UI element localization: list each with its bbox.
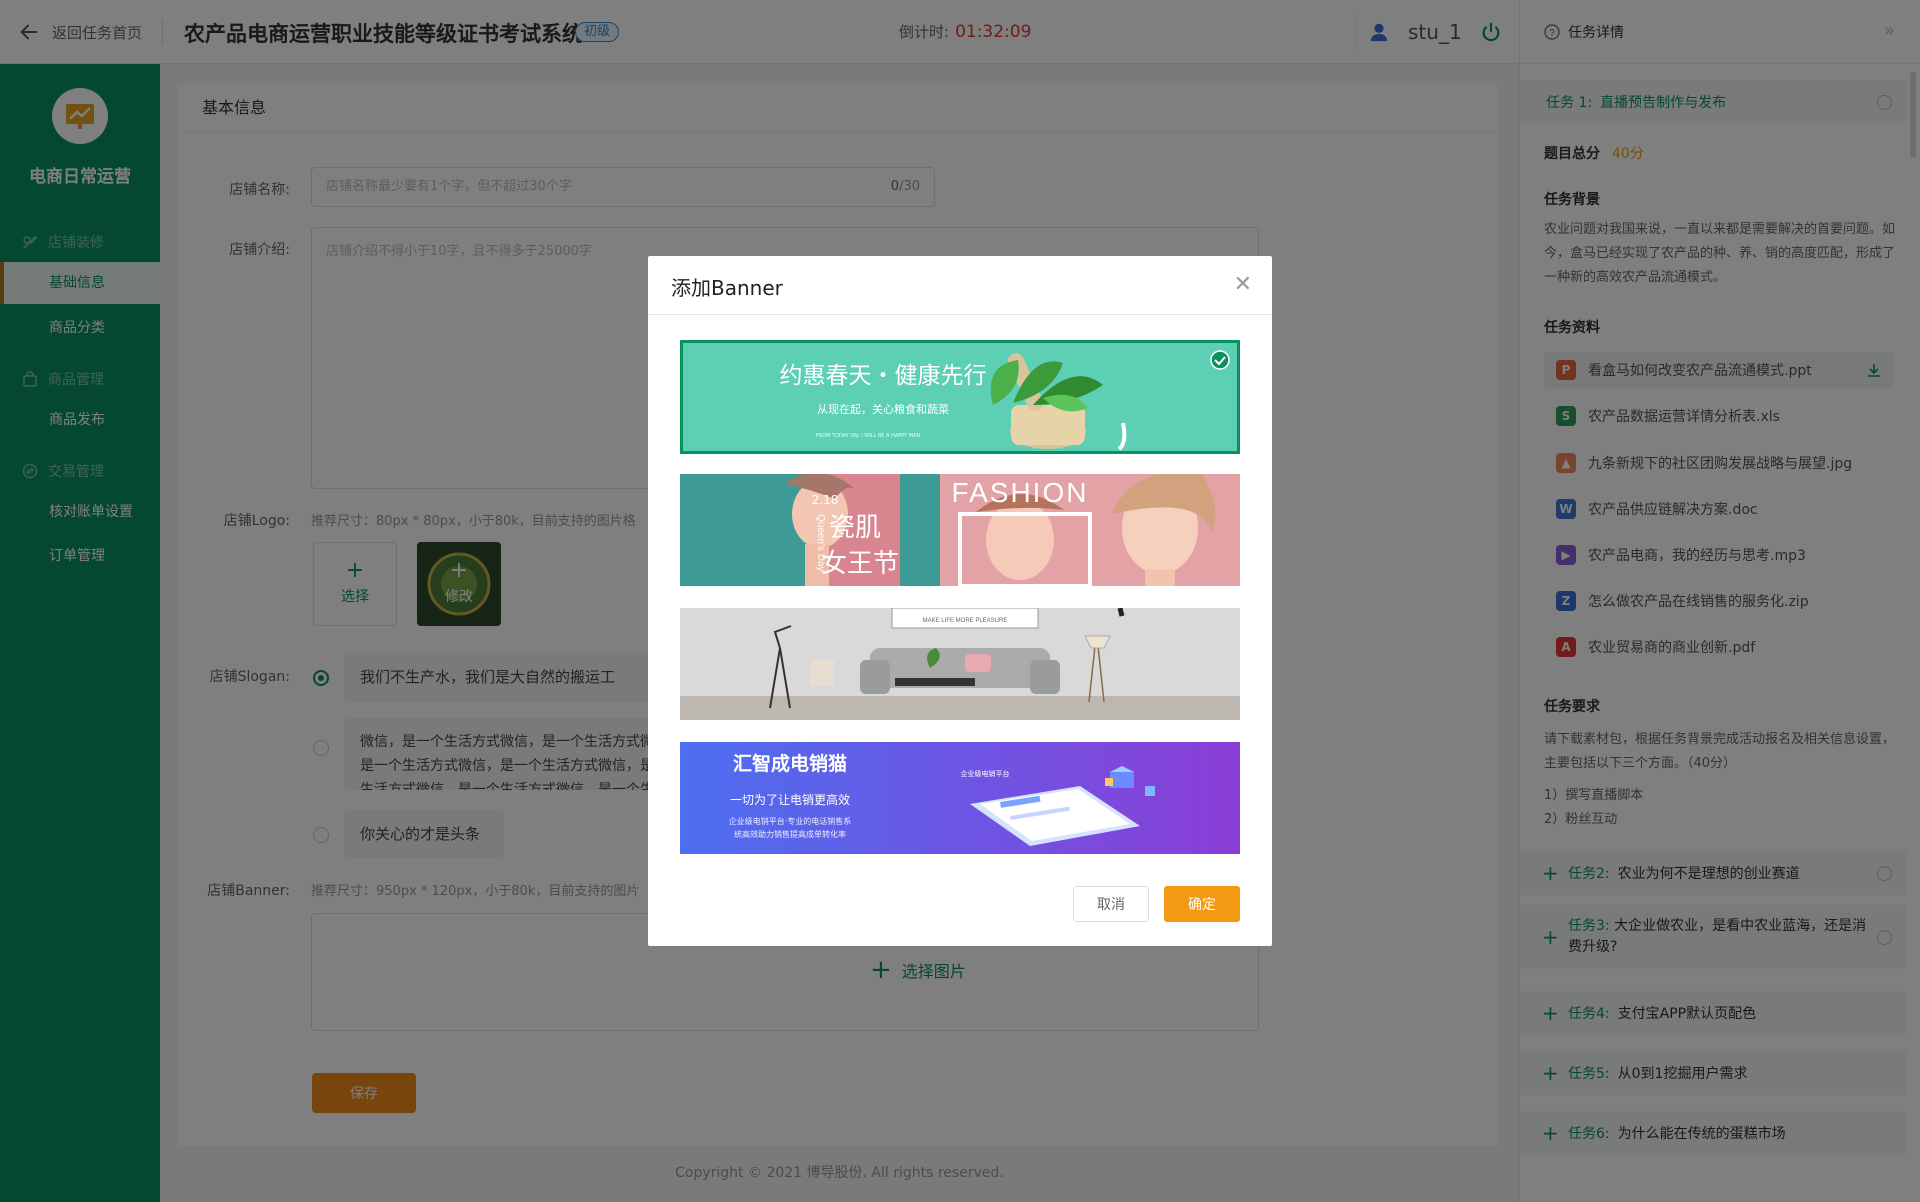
svg-text:汇智成电销猫: 汇智成电销猫: [733, 752, 847, 775]
selected-check-icon: [1210, 350, 1230, 370]
banner-option-fashion[interactable]: FASHION 2.18 瓷肌 女王节 Queen's Day: [680, 474, 1240, 586]
cancel-button[interactable]: 取消: [1073, 886, 1149, 922]
sofa-illustration: [860, 648, 1060, 694]
close-icon[interactable]: ✕: [1234, 272, 1252, 297]
svg-text:FASHION: FASHION: [952, 477, 1089, 508]
dialog-divider: [648, 314, 1272, 315]
banner-option-spring[interactable]: 约惠春天・健康先行 从现在起，关心粮食和蔬菜 FROM TODAY ON, I …: [680, 340, 1240, 454]
banner-option-furniture[interactable]: MAKE LIFE MORE PLEASURE: [680, 608, 1240, 720]
svg-text:统高效助力销售提高成单转化率: 统高效助力销售提高成单转化率: [734, 829, 846, 839]
svg-text:女王节: 女王节: [821, 549, 899, 579]
chair: [810, 660, 834, 686]
banner-option-tech[interactable]: 汇智成电销猫 一切为了让电销更高效 企业级电销平台·专业的电话销售系 统高效助力…: [680, 742, 1240, 854]
svg-text:约惠春天・健康先行: 约惠春天・健康先行: [780, 363, 987, 389]
dialog-title: 添加Banner: [671, 276, 783, 300]
banner-furniture-image: MAKE LIFE MORE PLEASURE: [680, 608, 1240, 720]
banner-tech-image: 汇智成电销猫 一切为了让电销更高效 企业级电销平台·专业的电话销售系 统高效助力…: [680, 742, 1240, 854]
svg-text:2.18: 2.18: [812, 493, 839, 507]
svg-text:Queen's Day: Queen's Day: [815, 514, 826, 572]
banner-fashion-image: FASHION 2.18 瓷肌 女王节 Queen's Day: [680, 474, 1240, 586]
add-banner-dialog: 添加Banner ✕ 约惠春天・健康先行 从现在起，关心粮食和蔬菜 FROM T…: [648, 256, 1272, 946]
confirm-button[interactable]: 确定: [1164, 886, 1240, 922]
svg-text:瓷肌: 瓷肌: [829, 513, 881, 543]
svg-text:从现在起，关心粮食和蔬菜: 从现在起，关心粮食和蔬菜: [817, 402, 949, 416]
svg-text:企业级电销平台: 企业级电销平台: [961, 769, 1010, 778]
banner-spring-image: 约惠春天・健康先行 从现在起，关心粮食和蔬菜 FROM TODAY ON, I …: [683, 343, 1237, 451]
svg-text:一切为了让电销更高效: 一切为了让电销更高效: [730, 792, 850, 807]
svg-text:企业级电销平台·专业的电话销售系: 企业级电销平台·专业的电话销售系: [729, 816, 852, 826]
svg-text:FROM TODAY ON, I WILL BE A HAP: FROM TODAY ON, I WILL BE A HAPPY MAN: [816, 433, 921, 439]
svg-text:MAKE LIFE MORE PLEASURE: MAKE LIFE MORE PLEASURE: [923, 618, 1008, 624]
